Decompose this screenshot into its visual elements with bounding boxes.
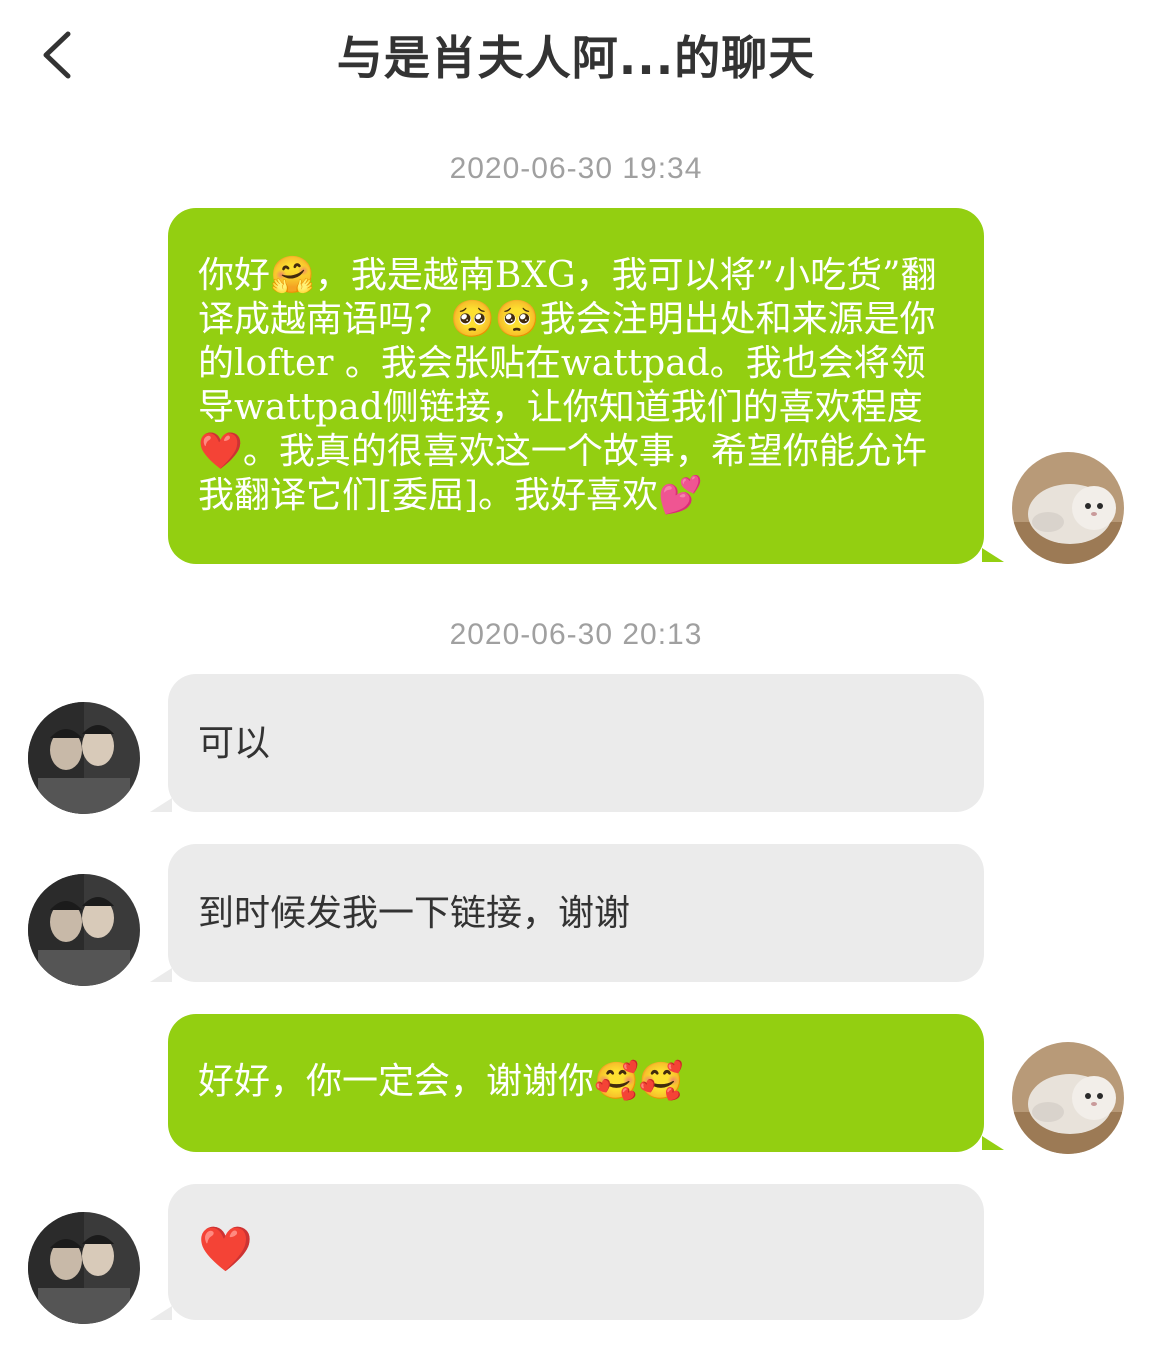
message-timestamp: 2020-06-30 20:13 [449,618,703,651]
cat-avatar [1012,452,1124,564]
peer-avatar[interactable] [28,1212,140,1324]
self-avatar[interactable] [1012,452,1124,564]
chat-header: 与是肖夫人阿...的聊天 [0,0,1152,110]
outgoing-message-bubble[interactable]: 你好🤗，我是越南BXG，我可以将”小吃货”翻译成越南语吗？🥺🥺我会注明出处和来源… [168,208,984,564]
message-text: 你好🤗，我是越南BXG，我可以将”小吃货”翻译成越南语吗？🥺🥺我会注明出处和来源… [198,255,937,516]
bubble-tail [982,548,1004,562]
peer-avatar[interactable] [28,702,140,814]
message-text: 到时候发我一下链接，谢谢 [198,893,631,934]
bubble-tail [150,1306,172,1320]
couple-photo-avatar [28,1212,140,1324]
incoming-message-bubble[interactable]: 到时候发我一下链接，谢谢 [168,844,984,982]
self-avatar[interactable] [1012,1042,1124,1154]
message-timestamp: 2020-06-30 19:34 [449,152,703,185]
message-text: 好好，你一定会，谢谢你🥰🥰 [198,1061,684,1102]
couple-photo-avatar [28,702,140,814]
message-text: 可以 [198,723,271,764]
cat-avatar [1012,1042,1124,1154]
incoming-message-bubble[interactable]: 可以 [168,674,984,812]
bubble-tail [150,798,172,812]
page-title: 与是肖夫人阿...的聊天 [336,31,816,85]
message-text: ❤️ [198,1224,253,1275]
outgoing-message-bubble[interactable]: 好好，你一定会，谢谢你🥰🥰 [168,1014,984,1152]
couple-photo-avatar [28,874,140,986]
incoming-message-bubble[interactable]: ❤️ [168,1184,984,1320]
bubble-tail [982,1136,1004,1150]
peer-avatar[interactable] [28,874,140,986]
bubble-tail [150,968,172,982]
